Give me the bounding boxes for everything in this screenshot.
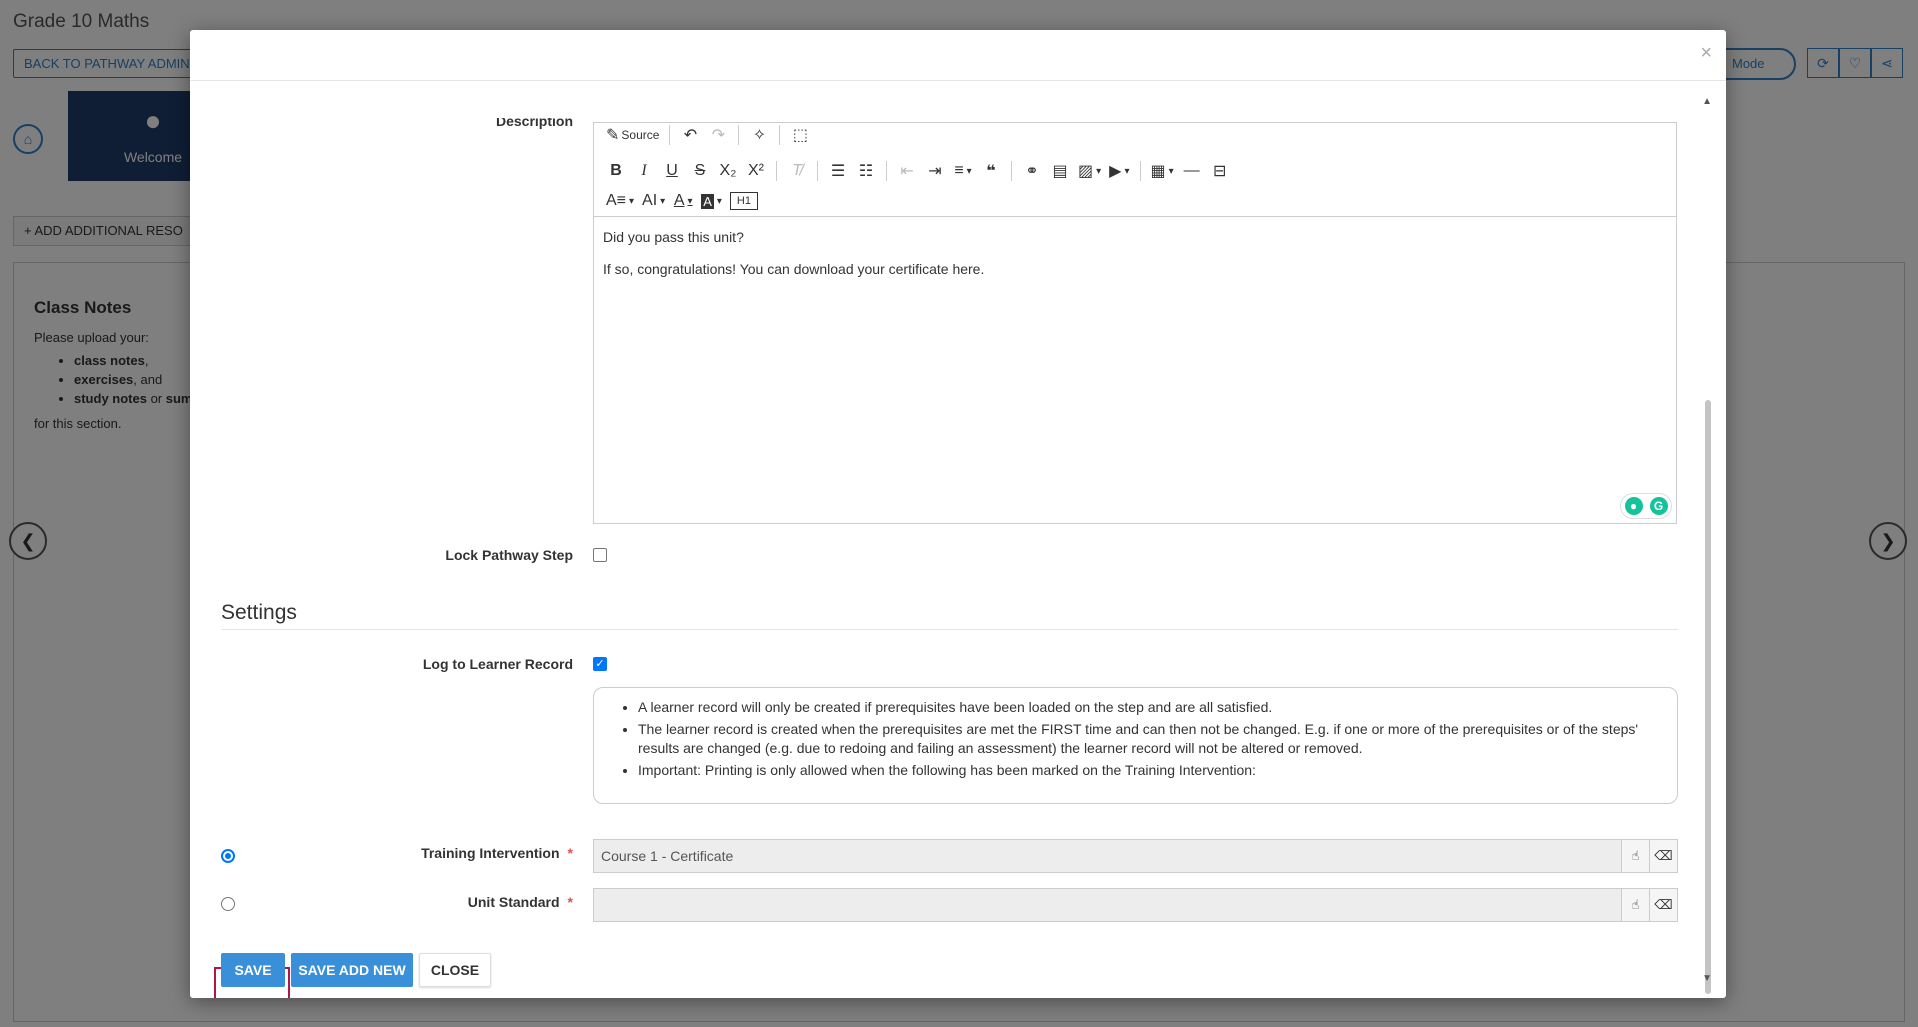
learner-record-info-box: A learner record will only be created if… bbox=[593, 687, 1678, 804]
h1-icon[interactable]: H1 bbox=[729, 192, 758, 210]
rich-text-editor: ✎ Source ↶ ↷ ✧ ⬚ B I U S X₂ X² T̸ ☰ ☷ ⇤ … bbox=[593, 122, 1677, 524]
eraser-icon[interactable]: ⌫ bbox=[1650, 888, 1678, 922]
image-upload-icon[interactable]: ▨ ▾ bbox=[1074, 157, 1105, 185]
italic-icon[interactable]: I bbox=[630, 157, 658, 185]
font-color-icon[interactable]: A ▾ bbox=[669, 187, 697, 215]
find-replace-icon[interactable]: ✧ bbox=[745, 121, 773, 149]
divider bbox=[221, 629, 1678, 630]
redo-icon[interactable]: ↷ bbox=[704, 121, 732, 149]
unit-standard-lookup: ☝ ⌫ bbox=[593, 888, 1678, 922]
background-color-icon[interactable]: A ▾ bbox=[697, 187, 726, 215]
modal-header: × bbox=[190, 30, 1726, 81]
undo-icon[interactable]: ↶ bbox=[676, 121, 704, 149]
close-button[interactable]: CLOSE bbox=[419, 953, 491, 987]
editor-content-area[interactable]: Did you pass this unit? If so, congratul… bbox=[603, 229, 1667, 293]
description-label: Description bbox=[495, 118, 573, 129]
save-button[interactable]: SAVE bbox=[221, 953, 285, 987]
outdent-icon[interactable]: ⇤ bbox=[893, 157, 921, 185]
bold-icon[interactable]: B bbox=[602, 157, 630, 185]
link-icon[interactable]: ⚭ bbox=[1018, 157, 1046, 185]
editor-paragraph: Did you pass this unit? bbox=[603, 229, 744, 245]
lock-pathway-step-checkbox[interactable] bbox=[593, 548, 607, 562]
strikethrough-icon[interactable]: S bbox=[686, 157, 714, 185]
unit-standard-label: Unit Standard * bbox=[467, 894, 573, 910]
heading-icon[interactable]: A≡ ▾ bbox=[602, 187, 638, 215]
source-button[interactable]: ✎ Source bbox=[602, 121, 663, 149]
editor-paragraph: If so, congratulations! You can download… bbox=[603, 261, 985, 277]
required-mark: * bbox=[567, 894, 573, 910]
list-item: The learner record is created when the p… bbox=[638, 720, 1657, 758]
unit-standard-field[interactable] bbox=[593, 888, 1622, 922]
remove-format-icon[interactable]: T̸ bbox=[783, 157, 811, 185]
align-icon[interactable]: ≡ ▾ bbox=[949, 157, 977, 185]
settings-heading: Settings bbox=[221, 601, 297, 624]
training-intervention-radio[interactable] bbox=[221, 849, 235, 863]
html-embed-icon[interactable]: ▤ bbox=[1046, 157, 1074, 185]
list-item: A learner record will only be created if… bbox=[638, 698, 1657, 717]
media-embed-icon[interactable]: ▶ ▾ bbox=[1105, 157, 1133, 185]
underline-icon[interactable]: U bbox=[658, 157, 686, 185]
indent-icon[interactable]: ⇥ bbox=[921, 157, 949, 185]
save-add-new-button[interactable]: SAVE ADD NEW bbox=[291, 953, 413, 987]
log-to-learner-record-checkbox[interactable]: ✓ bbox=[593, 657, 607, 671]
bulleted-list-icon[interactable]: ☷ bbox=[852, 157, 880, 185]
grammarly-widget[interactable]: ● G bbox=[1620, 493, 1672, 519]
edit-step-modal: × Description ✎ Source ↶ ↷ ✧ ⬚ B I U S X… bbox=[190, 30, 1726, 998]
scrollbar-thumb[interactable] bbox=[1705, 400, 1711, 994]
training-intervention-label: Training Intervention * bbox=[421, 845, 573, 861]
eraser-icon[interactable]: ⌫ bbox=[1650, 839, 1678, 873]
table-icon[interactable]: ▦ ▾ bbox=[1147, 157, 1178, 185]
training-intervention-field[interactable]: Course 1 - Certificate bbox=[593, 839, 1622, 873]
close-icon[interactable]: × bbox=[1700, 42, 1712, 65]
required-mark: * bbox=[567, 845, 573, 861]
blockquote-icon[interactable]: ❝ bbox=[977, 157, 1005, 185]
select-pointer-icon[interactable]: ☝ bbox=[1622, 888, 1650, 922]
modal-body: Description ✎ Source ↶ ↷ ✧ ⬚ B I U S X₂ … bbox=[190, 82, 1726, 998]
scroll-down-arrow-icon[interactable]: ▼ bbox=[1702, 973, 1712, 984]
numbered-list-icon[interactable]: ☰ bbox=[824, 157, 852, 185]
grammarly-suggestion-icon[interactable]: ● bbox=[1624, 497, 1643, 515]
subscript-icon[interactable]: X₂ bbox=[714, 157, 742, 185]
superscript-icon[interactable]: X² bbox=[742, 157, 770, 185]
select-pointer-icon[interactable]: ☝ bbox=[1622, 839, 1650, 873]
list-item: Important: Printing is only allowed when… bbox=[638, 761, 1657, 780]
horizontal-line-icon[interactable]: — bbox=[1178, 157, 1206, 185]
page-break-icon[interactable]: ⊟ bbox=[1206, 157, 1234, 185]
source-icon: ✎ bbox=[606, 127, 620, 144]
lock-pathway-step-label: Lock Pathway Step bbox=[445, 547, 573, 563]
training-intervention-lookup: Course 1 - Certificate ☝ ⌫ bbox=[593, 839, 1678, 873]
scroll-up-arrow-icon[interactable]: ▲ bbox=[1702, 96, 1712, 107]
log-to-learner-record-label: Log to Learner Record bbox=[422, 656, 573, 672]
unit-standard-radio[interactable] bbox=[221, 897, 235, 911]
editor-toolbar: ✎ Source ↶ ↷ ✧ ⬚ B I U S X₂ X² T̸ ☰ ☷ ⇤ … bbox=[594, 123, 1676, 217]
grammarly-icon[interactable]: G bbox=[1649, 497, 1668, 515]
select-all-icon[interactable]: ⬚ bbox=[786, 121, 814, 149]
font-size-icon[interactable]: AI ▾ bbox=[638, 187, 669, 215]
